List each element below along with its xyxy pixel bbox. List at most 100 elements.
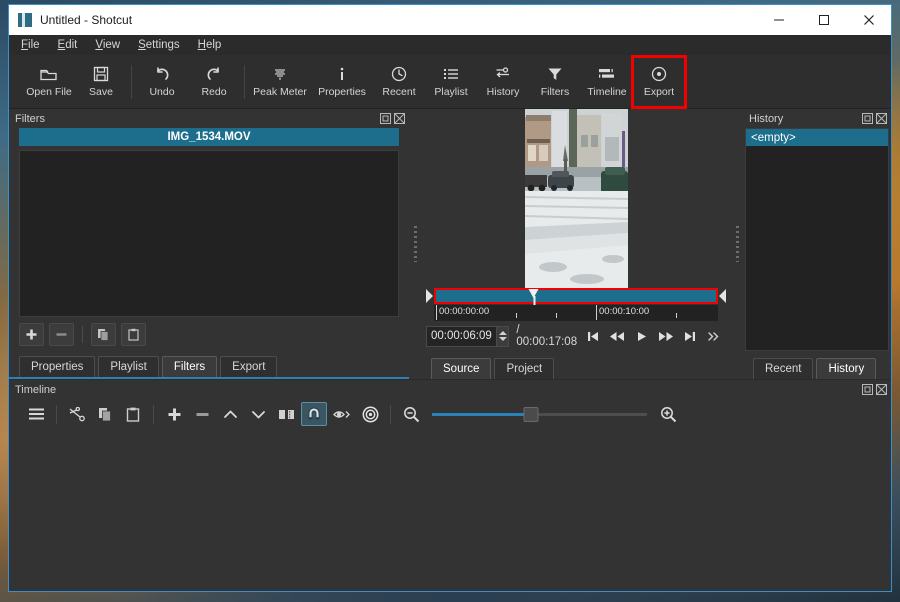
timeline-icon [598,65,616,83]
peak-meter-icon [272,65,288,83]
menu-bar: File Edit View Settings Help [9,35,891,55]
toolbar-filters-label: Filters [541,86,570,98]
scrub-bar-area: 00:00:00:00 00:00:10:00 [421,287,731,321]
menu-file-rest: ile [28,39,40,51]
play-icon[interactable] [629,324,653,348]
timeline-toolbar [9,399,891,429]
tab-properties[interactable]: Properties [19,356,95,377]
overwrite-button[interactable] [245,402,271,426]
zoom-in-icon[interactable] [655,402,681,426]
tab-recent[interactable]: Recent [753,358,813,379]
right-splitter-handle[interactable] [731,109,743,379]
toolbar-recent-label: Recent [382,86,415,98]
close-icon[interactable] [846,5,891,35]
scrub-bar[interactable] [434,288,718,304]
remove-filter-button[interactable] [49,323,74,346]
target-icon[interactable] [357,402,383,426]
history-dock: History <empty> Recent History [743,109,891,379]
split-button[interactable] [273,402,299,426]
undo-arrow-icon [154,65,170,83]
add-filter-button[interactable] [19,323,44,346]
copy-button[interactable] [92,402,118,426]
eye-icon[interactable] [329,402,355,426]
time-ruler[interactable]: 00:00:00:00 00:00:10:00 [434,305,718,321]
toolbar-redo[interactable]: Redo [188,57,240,107]
magnet-icon[interactable] [301,402,327,426]
menu-file[interactable]: File [21,39,40,51]
tab-history[interactable]: History [816,358,876,379]
tab-project[interactable]: Project [494,358,554,379]
skip-next-icon[interactable] [678,324,702,348]
filters-float-icon[interactable] [378,112,392,126]
filter-list[interactable] [19,150,399,317]
chevron-double-right-icon[interactable] [702,324,726,348]
title-bar: Untitled - Shotcut [9,5,891,35]
menu-help[interactable]: Help [198,39,222,51]
shotcut-logo-icon [18,13,32,27]
toolbar-undo[interactable]: Undo [136,57,188,107]
menu-settings[interactable]: Settings [138,39,180,51]
tab-export[interactable]: Export [220,356,277,377]
trim-in-handle-icon[interactable] [425,288,434,304]
toolbar-save[interactable]: Save [75,57,127,107]
paste-button[interactable] [120,402,146,426]
paste-filters-button[interactable] [121,323,146,346]
splitter-grip [414,226,417,262]
tab-playlist[interactable]: Playlist [98,356,158,377]
toolbar-open-file[interactable]: Open File [23,57,75,107]
video-preview-stage[interactable] [421,109,731,287]
cut-button[interactable] [64,402,90,426]
toolbar-export[interactable]: Export [633,57,685,107]
timeline-menu-button[interactable] [23,402,49,426]
fast-forward-icon[interactable] [654,324,678,348]
history-icon [495,65,511,83]
zoom-slider-handle[interactable] [523,407,538,422]
history-panel-title: History [749,113,860,125]
toolbar-playlist[interactable]: Playlist [425,57,477,107]
menu-settings-rest: ettings [146,39,180,51]
toolbar-timeline[interactable]: Timeline [581,57,633,107]
ripple-delete-button[interactable] [189,402,215,426]
toolbar-filters[interactable]: Filters [529,57,581,107]
toolbar-properties[interactable]: Properties [311,57,373,107]
menu-view[interactable]: View [95,39,120,51]
history-list-item[interactable]: <empty> [746,129,888,146]
position-spinner[interactable] [497,326,510,347]
right-dock-tabbar: Recent History [743,351,891,379]
zoom-out-icon[interactable] [398,402,424,426]
minimize-icon[interactable] [756,5,801,35]
clock-icon [391,65,407,83]
spinner-down-icon[interactable] [499,337,507,341]
history-list[interactable]: <empty> [745,128,889,351]
history-float-icon[interactable] [860,112,874,126]
timeline-float-icon[interactable] [860,383,874,397]
append-button[interactable] [161,402,187,426]
toolbar-recent[interactable]: Recent [373,57,425,107]
rewind-icon[interactable] [605,324,629,348]
history-close-icon[interactable] [874,112,888,126]
menu-edit[interactable]: Edit [58,39,78,51]
maximize-icon[interactable] [801,5,846,35]
left-splitter-handle[interactable] [409,109,421,379]
tab-source[interactable]: Source [431,358,491,379]
filters-close-icon[interactable] [392,112,406,126]
timeline-close-icon[interactable] [874,383,888,397]
toolbar-peak-meter[interactable]: Peak Meter [249,57,311,107]
spinner-up-icon[interactable] [499,331,507,335]
folder-icon [40,65,58,83]
filter-buttons-row [19,317,399,351]
copy-filters-button[interactable] [91,323,116,346]
video-preview-frame [525,109,628,289]
trim-out-handle-icon[interactable] [718,288,727,304]
funnel-icon [547,65,563,83]
timeline-tracks-area[interactable] [9,429,891,591]
menu-edit-rest: dit [65,39,77,51]
current-position-field[interactable]: 00:00:06:09 [426,326,497,347]
tab-filters[interactable]: Filters [162,356,217,377]
timeline-zoom-slider[interactable] [432,404,647,424]
window-title: Untitled - Shotcut [40,13,132,27]
toolbar-history[interactable]: History [477,57,529,107]
lift-button[interactable] [217,402,243,426]
toolbar-peak-meter-label: Peak Meter [253,86,307,98]
skip-previous-icon[interactable] [581,324,605,348]
